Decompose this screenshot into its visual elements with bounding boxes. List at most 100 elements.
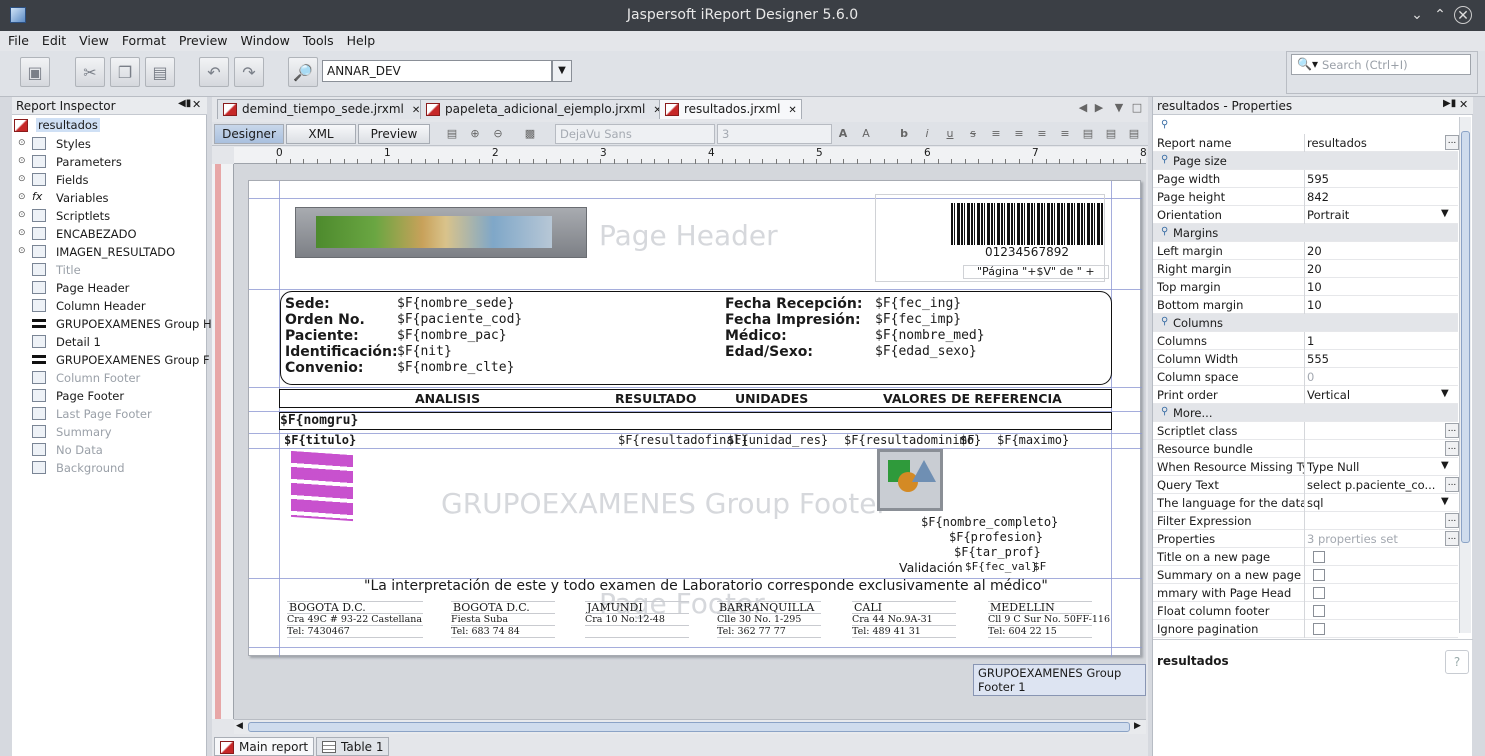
properties-scrollbar[interactable] [1459,117,1471,633]
tree-item-page-header[interactable]: Page Header [12,279,207,297]
prop-value[interactable]: 555 [1307,352,1437,366]
menu-view[interactable]: View [71,31,114,48]
checkbox[interactable] [1313,623,1325,635]
prop-row-properties[interactable]: Properties 3 properties set... [1153,530,1459,548]
tree-item-parameters[interactable]: ⊙ Parameters [12,153,207,171]
save-all-button[interactable]: ▣ [20,57,50,87]
tree-item-encabezado[interactable]: ⊙ ENCABEZADO [12,225,207,243]
tree-item-background[interactable]: Background [12,459,207,477]
scroll-thumb[interactable] [248,722,1130,732]
scroll-right-icon[interactable]: ▶ [1134,721,1141,731]
tree-item-detail-1[interactable]: Detail 1 [12,333,207,351]
tree-item-page-footer[interactable]: Page Footer [12,387,207,405]
tab-list-icon[interactable]: ▼ [1110,99,1128,117]
font-grow-icon[interactable]: A [834,125,852,143]
undo-button[interactable]: ↶ [199,57,229,87]
ellipsis-button[interactable]: ... [1445,135,1459,150]
tree-item-title[interactable]: Title [12,261,207,279]
designer-button[interactable]: Designer [214,124,284,144]
expand-icon[interactable]: ⊙ [18,156,26,166]
chevron-down-icon[interactable]: ▼ [552,60,572,82]
tab-resultados[interactable]: resultados.jrxml ✕ [659,99,802,119]
tree-item-variables[interactable]: ⊙ fx Variables [12,189,207,207]
close-panel-icon[interactable]: ✕ [1459,98,1468,111]
tree-item-grupoexamenes-group-f[interactable]: GRUPOEXAMENES Group F [12,351,210,369]
prop-value[interactable]: select p.paciente_co... [1307,478,1437,492]
prop-value[interactable]: resultados [1307,136,1437,150]
tree-item-styles[interactable]: ⊙ Styles [12,135,207,153]
expand-icon[interactable]: ⊙ [18,192,26,202]
expand-icon[interactable]: ⊙ [18,138,26,148]
close-panel-icon[interactable]: ✕ [192,98,201,111]
prop-row-page-height[interactable]: Page height 842 [1153,188,1458,206]
align-center-icon[interactable]: ≡ [1010,125,1028,143]
ellipsis-button[interactable]: ... [1445,441,1459,456]
minimize-chevron-down-icon[interactable]: ⌄ [1408,6,1426,24]
redo-button[interactable]: ↷ [234,57,264,87]
align-bottom-icon[interactable]: ▤ [1125,125,1143,143]
menu-file[interactable]: File [0,31,34,48]
minimize-panel-icon[interactable]: ◀▮ [178,98,191,109]
align-right-icon[interactable]: ≡ [1033,125,1051,143]
collapse-icon[interactable]: ⚲ [1161,226,1168,237]
expand-icon[interactable]: ⊙ [18,174,26,184]
preview-button[interactable]: Preview [358,124,430,144]
prop-row-column-width[interactable]: Column Width 555 [1153,350,1458,368]
paste-button[interactable]: ▤ [145,57,175,87]
tree-item-column-header[interactable]: Column Header [12,297,207,315]
prop-value[interactable]: 595 [1307,172,1437,186]
prop-row-scriptlet-class[interactable]: Scriptlet class... [1153,422,1459,440]
collapse-icon[interactable]: ⚲ [1161,316,1168,327]
checkbox[interactable] [1313,587,1325,599]
tab-demind-tiempo-sede[interactable]: demind_tiempo_sede.jrxml ✕ [217,99,426,119]
expand-icon[interactable]: ⊙ [18,210,26,220]
prop-row-mmary-with-page-head[interactable]: mmary with Page Head [1153,584,1458,602]
prop-row-left-margin[interactable]: Left margin 20 [1153,242,1458,260]
align-middle-icon[interactable]: ▤ [1102,125,1120,143]
align-left-icon[interactable]: ≡ [987,125,1005,143]
collapse-icon[interactable]: ⚲ [1161,154,1168,165]
datasource-combo[interactable]: ANNAR_DEV [322,60,552,82]
maximize-chevron-up-icon[interactable]: ⌃ [1431,6,1449,24]
horizontal-scrollbar[interactable]: ◀ ▶ [234,719,1146,734]
prop-value[interactable]: Portrait [1307,208,1437,222]
underline-icon[interactable]: u [941,125,959,143]
prop-row-page-size[interactable]: ⚲ Page size [1153,152,1458,170]
prop-row-query-text[interactable]: Query Text select p.paciente_co...... [1153,476,1459,494]
prop-row-more-[interactable]: ⚲ More... [1153,404,1458,422]
tab-main-report[interactable]: Main report [214,737,315,756]
zoom-in-icon[interactable]: ⊕ [466,125,484,143]
prop-row-summary-on-a-new-page[interactable]: Summary on a new page [1153,566,1458,584]
font-size-combo[interactable]: 3 [717,124,832,144]
prop-row-right-margin[interactable]: Right margin 20 [1153,260,1458,278]
prop-row-the-language-for-the-data[interactable]: The language for the data sql ▼ [1153,494,1458,512]
datasource-button[interactable]: 🔎 [288,57,318,87]
tab-table-1[interactable]: Table 1 [316,737,390,756]
prop-row-print-order[interactable]: Print order Vertical ▼ [1153,386,1458,404]
italic-icon[interactable]: i [918,125,936,143]
align-justify-icon[interactable]: ≡ [1056,125,1074,143]
prop-row-orientation[interactable]: Orientation Portrait ▼ [1153,206,1458,224]
cut-button[interactable]: ✂ [75,57,105,87]
copy-button[interactable]: ❐ [110,57,140,87]
close-icon[interactable]: ✕ [412,105,420,116]
tab-papeleta[interactable]: papeleta_adicional_ejemplo.jrxml ✕ [420,99,667,119]
prop-row-column-space[interactable]: Column space 0 [1153,368,1458,386]
tree-item-no-data[interactable]: No Data [12,441,207,459]
bold-icon[interactable]: b [895,125,913,143]
ellipsis-button[interactable]: ... [1445,423,1459,438]
tree-item-scriptlets[interactable]: ⊙ Scriptlets [12,207,207,225]
tree-item-last-page-footer[interactable]: Last Page Footer [12,405,207,423]
prop-value[interactable]: Vertical [1307,388,1437,402]
prop-value[interactable]: Type Null [1307,460,1437,474]
prop-row-resource-bundle[interactable]: Resource bundle... [1153,440,1459,458]
prop-row-ignore-pagination[interactable]: Ignore pagination [1153,620,1458,638]
close-icon[interactable]: ✕ [788,105,796,116]
tree-item-imagen-resultado[interactable]: ⊙ IMAGEN_RESULTADO [12,243,207,261]
xml-button[interactable]: XML [286,124,356,144]
tree-item-fields[interactable]: ⊙ Fields [12,171,207,189]
design-canvas[interactable]: Page Header 01234567892 "Página "+$V" de… [234,164,1146,719]
prop-value[interactable]: 3 properties set [1307,532,1437,546]
chevron-down-icon[interactable]: ▼ [1441,460,1449,471]
menu-preview[interactable]: Preview [171,31,233,48]
